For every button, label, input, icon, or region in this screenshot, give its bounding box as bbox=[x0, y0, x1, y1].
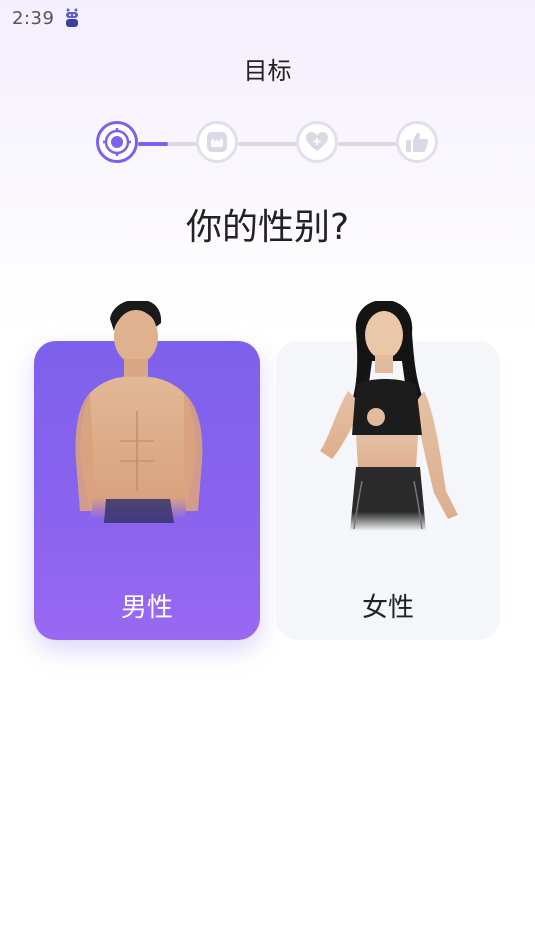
step-weight[interactable] bbox=[196, 121, 238, 163]
step-health[interactable] bbox=[296, 121, 338, 163]
female-figure-photo bbox=[320, 301, 458, 531]
step-done[interactable] bbox=[396, 121, 438, 163]
gender-option-male-label: 男性 bbox=[120, 593, 173, 623]
heart-plus-icon bbox=[306, 132, 328, 151]
male-figure-photo bbox=[75, 301, 203, 523]
thumbs-up-icon bbox=[406, 132, 429, 152]
gender-question: 你的性别? bbox=[185, 207, 350, 248]
progress-stepper bbox=[0, 0, 535, 200]
target-icon bbox=[103, 128, 131, 156]
gender-option-female-label: 女性 bbox=[361, 593, 414, 623]
step-connector-1-progress bbox=[138, 142, 168, 146]
step-goal[interactable] bbox=[96, 121, 138, 163]
step-connector-3 bbox=[338, 142, 398, 146]
gender-option-male[interactable]: 男性 bbox=[34, 301, 260, 640]
gender-option-female[interactable]: 女性 bbox=[276, 301, 500, 640]
step-connector-2 bbox=[238, 142, 298, 146]
scale-icon bbox=[207, 132, 227, 152]
